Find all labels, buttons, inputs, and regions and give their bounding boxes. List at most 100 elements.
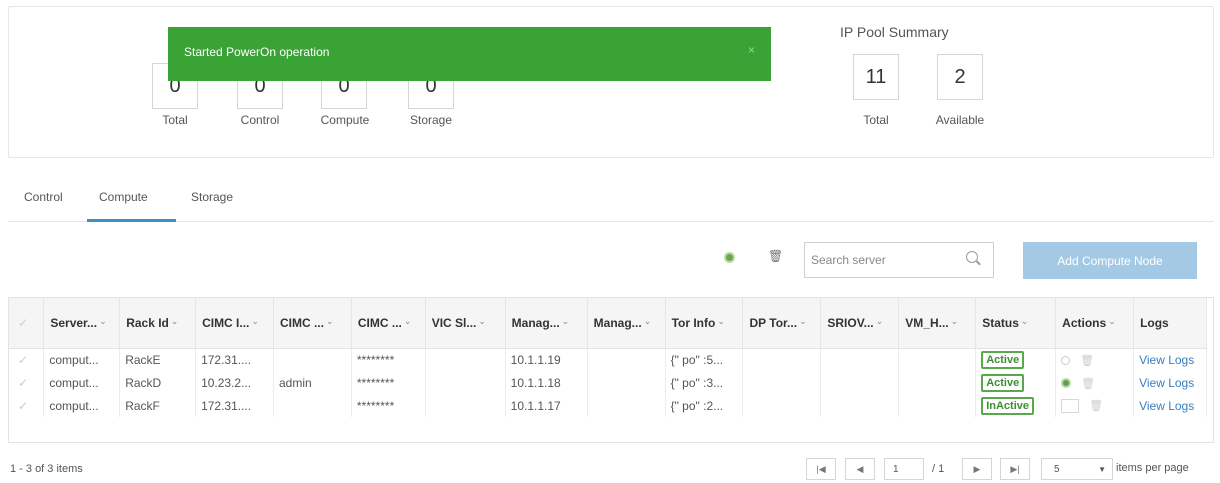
trash-icon[interactable]: 🗑 — [1080, 354, 1094, 367]
search-input[interactable] — [804, 242, 994, 278]
cell-logs: View Logs — [1133, 371, 1207, 394]
column-header[interactable]: Server... ⌄ — [43, 298, 121, 349]
column-header[interactable]: Rack Id ⌄ — [119, 298, 197, 349]
page-size-value: 5 — [1054, 464, 1060, 475]
cell-logs: View Logs — [1133, 348, 1207, 371]
page-number-input[interactable] — [884, 458, 924, 480]
table-row[interactable]: ✓ comput... RackF 172.31.... ******** 10… — [9, 394, 1207, 417]
column-header[interactable]: Tor Info ⌄ — [665, 298, 744, 349]
column-header[interactable]: DP Tor... ⌄ — [742, 298, 822, 349]
cell-mgmt2 — [587, 348, 666, 371]
cell-actions: 🗑 — [1055, 371, 1135, 394]
first-page-button[interactable]: |◀ — [806, 458, 836, 480]
cell-cimc-ip: 172.31.... — [195, 394, 274, 417]
success-toast: Started PowerOn operation × — [168, 27, 771, 81]
cell-sriov — [820, 371, 900, 394]
column-header[interactable]: VIC Sl... ⌄ — [425, 298, 506, 349]
last-page-button[interactable]: ▶| — [1000, 458, 1030, 480]
cell-tor: {" po" :3... — [665, 371, 744, 394]
pagination-summary: 1 - 3 of 3 items — [10, 463, 83, 475]
tab-storage[interactable]: Storage — [191, 190, 233, 222]
column-header[interactable]: CIMC ... ⌄ — [351, 298, 426, 349]
column-header[interactable]: Logs — [1133, 298, 1207, 349]
power-on-icon[interactable] — [724, 252, 735, 263]
cell-rack: RackF — [119, 394, 197, 417]
view-logs-link[interactable]: View Logs — [1139, 399, 1194, 413]
servers-grid: ✓ Server... ⌄ Rack Id ⌄ CIMC I... ⌄ CIMC ..… — [8, 297, 1214, 443]
cell-dp-tor — [742, 394, 822, 417]
cell-status: Active — [975, 371, 1057, 394]
tab-compute[interactable]: Compute — [87, 190, 176, 222]
add-compute-node-button[interactable]: Add Compute Node — [1023, 242, 1197, 279]
column-header[interactable]: Actions ⌄ — [1055, 298, 1135, 349]
cell-actions: 🗑 — [1055, 394, 1135, 417]
cell-vic — [425, 371, 506, 394]
cell-server: comput... — [43, 348, 121, 371]
ip-total-label: Total — [863, 113, 889, 127]
cell-mgmt2 — [587, 371, 666, 394]
column-header[interactable]: CIMC I... ⌄ — [195, 298, 274, 349]
column-header[interactable]: Manag... ⌄ — [587, 298, 666, 349]
cell-mgmt-ip: 10.1.1.17 — [505, 394, 588, 417]
column-header[interactable]: SRIOV... ⌄ — [820, 298, 900, 349]
server-total-label: Total — [162, 113, 188, 127]
power-on-icon[interactable] — [1061, 378, 1072, 389]
trash-icon[interactable]: 🗑 — [1081, 377, 1095, 390]
row-checkbox[interactable]: ✓ — [9, 394, 45, 417]
trash-icon[interactable]: 🗑 — [1089, 399, 1103, 412]
view-logs-link[interactable]: View Logs — [1139, 353, 1194, 367]
ip-total-count: 11 — [853, 54, 899, 100]
cell-tor: {" po" :5... — [665, 348, 744, 371]
cell-mgmt-ip: 10.1.1.18 — [505, 371, 588, 394]
cell-cimc-password: ******** — [351, 394, 426, 417]
next-page-button[interactable]: ▶ — [962, 458, 992, 480]
cell-cimc-password: ******** — [351, 371, 426, 394]
table-row[interactable]: ✓ comput... RackD 10.23.2... admin *****… — [9, 371, 1207, 394]
cell-mgmt-ip: 10.1.1.19 — [505, 348, 588, 371]
trash-icon[interactable]: 🗑 — [768, 250, 783, 263]
ip-available-label: Available — [935, 113, 985, 127]
cell-vm-h — [898, 371, 977, 394]
server-storage-label: Storage — [409, 113, 453, 127]
tab-control[interactable]: Control — [24, 190, 63, 222]
cell-rack: RackD — [119, 371, 197, 394]
cell-status: Active — [975, 348, 1057, 371]
cell-sriov — [820, 394, 900, 417]
column-header[interactable]: CIMC ... ⌄ — [273, 298, 352, 349]
cell-actions: 🗑 — [1055, 348, 1135, 371]
cell-dp-tor — [742, 371, 822, 394]
cell-vic — [425, 394, 506, 417]
cell-dp-tor — [742, 348, 822, 371]
status-badge: InActive — [981, 396, 1034, 415]
table-header-row: ✓ Server... ⌄ Rack Id ⌄ CIMC I... ⌄ CIMC ..… — [9, 298, 1207, 349]
cell-rack: RackE — [119, 348, 197, 371]
power-toggle-icon[interactable] — [1061, 398, 1080, 413]
status-badge: Active — [981, 350, 1025, 369]
prev-page-button[interactable]: ◀ — [845, 458, 875, 480]
close-icon[interactable]: × — [748, 43, 755, 57]
ip-available-count: 2 — [937, 54, 983, 100]
cell-logs: View Logs — [1133, 394, 1207, 417]
select-all-checkbox[interactable]: ✓ — [9, 298, 45, 349]
column-header[interactable]: Manag... ⌄ — [505, 298, 588, 349]
power-off-icon[interactable] — [1061, 355, 1071, 365]
items-per-page-label: items per page — [1116, 462, 1189, 474]
ip-pool-title: IP Pool Summary — [840, 24, 949, 40]
toast-message: Started PowerOn operation — [184, 45, 330, 59]
cell-tor: {" po" :2... — [665, 394, 744, 417]
status-badge: Active — [981, 373, 1025, 392]
page-count: / 1 — [932, 463, 945, 475]
cell-cimc-user: admin — [273, 371, 352, 394]
page-size-select[interactable]: 5 ▼ — [1041, 458, 1113, 480]
table-row[interactable]: ✓ comput... RackE 172.31.... ******** 10… — [9, 348, 1207, 371]
cell-cimc-user — [273, 394, 352, 417]
column-header[interactable]: Status ⌄ — [975, 298, 1057, 349]
cell-cimc-ip: 10.23.2... — [195, 371, 274, 394]
search-icon[interactable] — [966, 251, 978, 263]
cell-server: comput... — [43, 394, 121, 417]
row-checkbox[interactable]: ✓ — [9, 348, 45, 371]
server-type-tabs: Control Compute Storage — [8, 184, 1214, 222]
view-logs-link[interactable]: View Logs — [1139, 376, 1194, 390]
row-checkbox[interactable]: ✓ — [9, 371, 45, 394]
column-header[interactable]: VM_H... ⌄ — [898, 298, 977, 349]
